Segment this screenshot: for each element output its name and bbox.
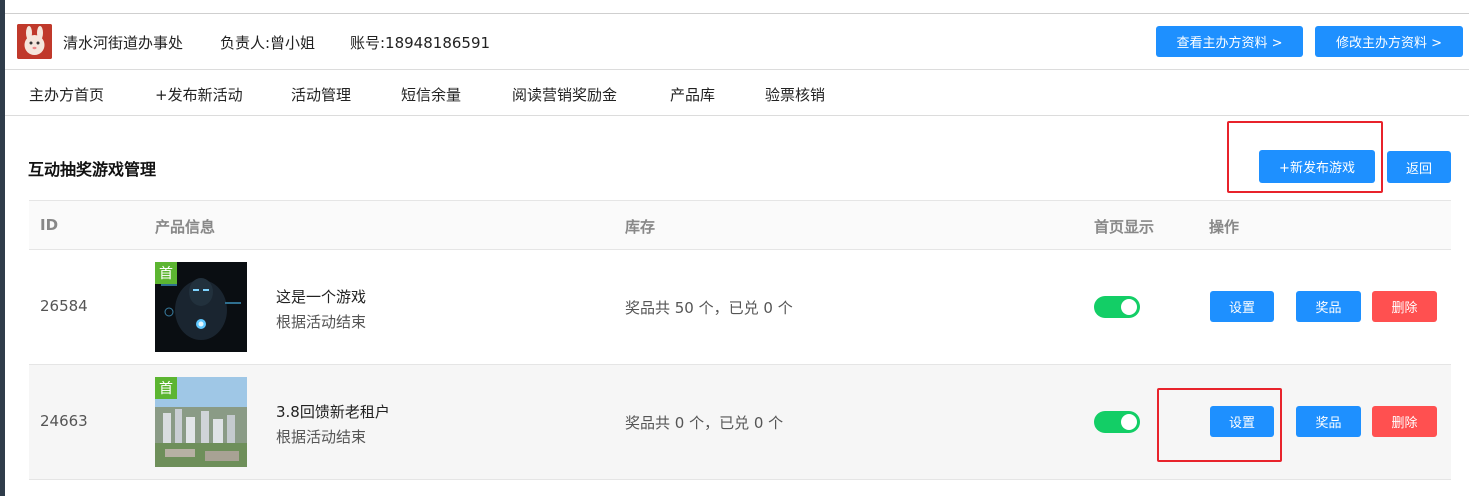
highlight-box-new-game — [1227, 121, 1383, 193]
edit-organizer-button[interactable]: 修改主办方资料 > — [1315, 26, 1463, 57]
nav-item-sms-balance[interactable]: 短信余量 — [401, 84, 461, 105]
rabbit-logo-icon — [17, 24, 52, 59]
account-number: 账号:18948186591 — [350, 34, 491, 52]
game-thumbnail[interactable]: 首 — [155, 262, 247, 352]
homepage-badge: 首 — [155, 377, 177, 399]
avatar — [17, 24, 52, 59]
nav-item-home[interactable]: 主办方首页 — [29, 84, 104, 105]
nav-item-publish-activity[interactable]: +发布新活动 — [155, 84, 243, 105]
game-thumbnail[interactable]: 首 — [155, 377, 247, 467]
column-header-product: 产品信息 — [155, 218, 216, 236]
table-row: 26584 首 这是一个游戏 根据活动结束 奖品共 50 个，已兑 0 个 设置… — [29, 250, 1451, 365]
delete-button[interactable]: 删除 — [1372, 406, 1437, 437]
game-name[interactable]: 这是一个游戏 — [276, 286, 366, 307]
row-id: 26584 — [40, 297, 88, 315]
org-name: 清水河街道办事处 — [63, 34, 184, 52]
homepage-toggle[interactable] — [1094, 296, 1140, 318]
main-nav: 主办方首页 +发布新活动 活动管理 短信余量 阅读营销奖励金 产品库 验票核销 — [5, 70, 1469, 116]
nav-item-ticket-verification[interactable]: 验票核销 — [765, 84, 825, 105]
column-header-stock: 库存 — [625, 218, 656, 236]
page-title: 互动抽奖游戏管理 — [28, 160, 157, 179]
homepage-toggle[interactable] — [1094, 411, 1140, 433]
column-header-actions: 操作 — [1209, 218, 1240, 236]
game-end-rule: 根据活动结束 — [276, 428, 367, 446]
nav-item-reading-rewards[interactable]: 阅读营销奖励金 — [512, 84, 617, 105]
organizer-header: 清水河街道办事处 负责人:曾小姐 账号:18948186591 查看主办方资料 … — [5, 14, 1469, 70]
prizes-button[interactable]: 奖品 — [1296, 291, 1361, 322]
page: 清水河街道办事处 负责人:曾小姐 账号:18948186591 查看主办方资料 … — [5, 0, 1469, 496]
stock-info: 奖品共 50 个，已兑 0 个 — [625, 299, 793, 317]
column-header-homepage: 首页显示 — [1094, 218, 1155, 236]
settings-button[interactable]: 设置 — [1210, 291, 1274, 322]
view-organizer-button[interactable]: 查看主办方资料 > — [1156, 26, 1303, 57]
delete-button[interactable]: 删除 — [1372, 291, 1437, 322]
column-header-id: ID — [40, 216, 59, 234]
game-end-rule: 根据活动结束 — [276, 313, 367, 331]
game-name[interactable]: 3.8回馈新老租户 — [276, 401, 390, 422]
stock-info: 奖品共 0 个，已兑 0 个 — [625, 414, 784, 432]
table-header: ID 产品信息 库存 首页显示 操作 — [29, 200, 1451, 250]
nav-item-product-library[interactable]: 产品库 — [670, 84, 715, 105]
row-id: 24663 — [40, 412, 88, 430]
nav-item-activity-management[interactable]: 活动管理 — [291, 84, 351, 105]
contact-person: 负责人:曾小姐 — [220, 34, 316, 52]
prizes-button[interactable]: 奖品 — [1296, 406, 1361, 437]
homepage-badge: 首 — [155, 262, 177, 284]
back-button[interactable]: 返回 — [1387, 151, 1451, 183]
highlight-box-settings — [1157, 388, 1282, 462]
